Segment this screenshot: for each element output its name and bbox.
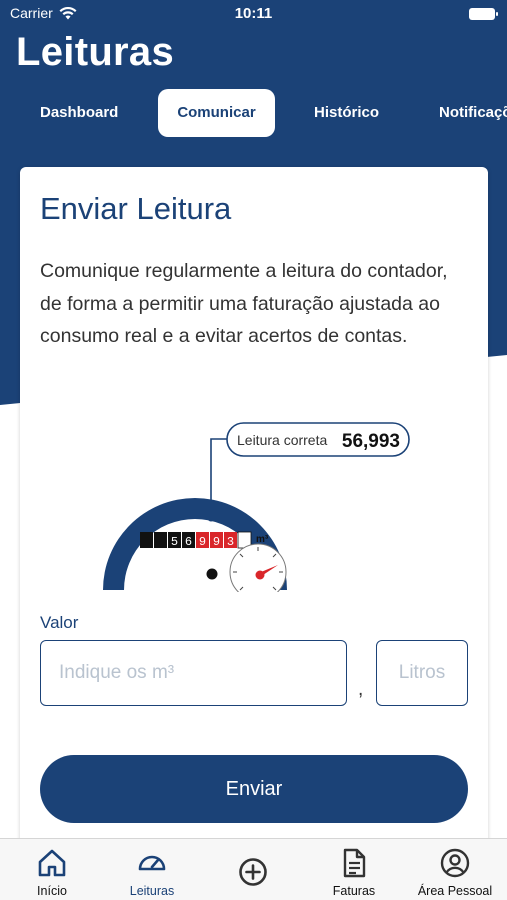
tab-historico[interactable]: Histórico <box>314 89 379 137</box>
send-reading-card: Enviar Leitura Comunique regularmente a … <box>20 167 488 867</box>
battery-icon <box>469 8 498 20</box>
nav-item-inicio[interactable]: Início <box>2 839 102 900</box>
meter-unit: m³ <box>256 534 269 545</box>
user-circle-icon <box>440 848 470 878</box>
card-description: Comunique regularmente a leitura do cont… <box>40 260 448 347</box>
bottom-nav: Início Leituras Faturas Área Pessoal <box>0 838 507 900</box>
m3-input[interactable] <box>40 640 347 706</box>
nav-item-leituras[interactable]: Leituras <box>102 839 202 900</box>
tab-comunicar[interactable]: Comunicar <box>158 89 275 137</box>
card-title: Enviar Leitura <box>40 191 232 226</box>
meter-illustration: Leitura correta 56,993 5 6 9 9 3 m³ <box>100 422 420 601</box>
litros-input[interactable] <box>376 640 468 706</box>
counter-digit-4: 9 <box>213 535 220 549</box>
gauge-icon <box>138 855 166 871</box>
callout-value: 56,993 <box>342 431 400 452</box>
send-button[interactable]: Enviar <box>40 755 468 823</box>
status-time: 10:11 <box>234 5 273 22</box>
counter-digit-1: 5 <box>171 535 178 549</box>
add-circle-icon <box>239 858 267 886</box>
tab-dashboard[interactable]: Dashboard <box>40 89 118 137</box>
nav-item-add[interactable] <box>203 839 303 900</box>
home-icon <box>38 849 66 877</box>
counter-digit-2: 6 <box>185 535 192 549</box>
nav-label-leituras: Leituras <box>129 884 175 898</box>
counter-digit-3: 9 <box>199 535 206 549</box>
tab-bar: Dashboard Comunicar Histórico Notificaçõ <box>0 89 507 137</box>
status-bar: Carrier 10:11 <box>0 0 507 28</box>
nav-label-area-pessoal: Área Pessoal <box>417 884 493 898</box>
nav-item-area-pessoal[interactable]: Área Pessoal <box>405 839 505 900</box>
page-title: Leituras <box>16 30 175 74</box>
decimal-separator: , <box>358 679 364 700</box>
nav-label-faturas: Faturas <box>332 884 376 898</box>
document-icon <box>343 848 366 878</box>
tab-notificacoes[interactable]: Notificaçõ <box>439 89 507 137</box>
valor-label: Valor <box>40 613 79 632</box>
nav-item-faturas[interactable]: Faturas <box>304 839 404 900</box>
callout-label: Leitura correta <box>237 432 327 448</box>
nav-label-inicio: Início <box>37 884 67 898</box>
counter-digit-5: 3 <box>227 535 234 549</box>
